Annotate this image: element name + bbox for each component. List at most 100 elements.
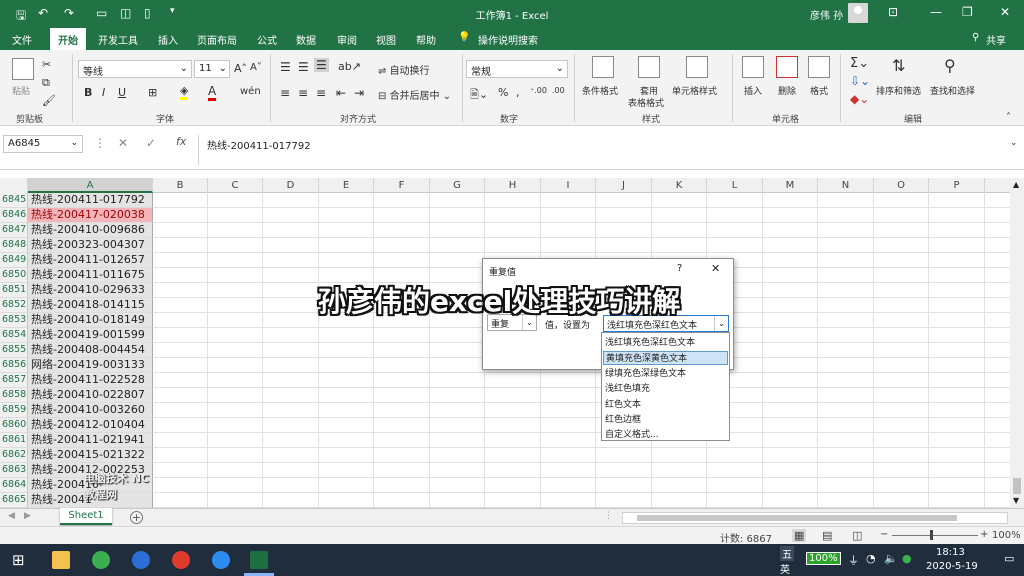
row-header[interactable]: 6861 (0, 433, 28, 448)
insert-function-button[interactable]: fx (176, 135, 186, 148)
select-all-corner[interactable] (0, 178, 28, 193)
page-break-view-icon[interactable]: ◫ (852, 529, 862, 542)
phonetic-icon[interactable]: wén (240, 86, 261, 97)
column-header-g[interactable]: G (430, 178, 485, 193)
close-icon[interactable]: ✕ (1000, 5, 1010, 19)
sort-filter-icon[interactable]: ⇅ (892, 56, 905, 75)
wechat-icon[interactable]: ● (902, 552, 912, 565)
decrease-font-icon[interactable]: A˅ (250, 62, 262, 73)
align-right-icon[interactable]: ≡ (316, 86, 326, 100)
cell-a[interactable]: 热线-200410-029633 (28, 283, 153, 298)
align-middle-icon[interactable]: ☰ (298, 60, 309, 74)
tab-data[interactable]: 数据 (296, 32, 316, 47)
column-header-h[interactable]: H (485, 178, 541, 193)
column-header-o[interactable]: O (874, 178, 929, 193)
cell-a[interactable]: 网络-200419-003133 (28, 358, 153, 373)
delete-cells-button[interactable]: 删除 (778, 84, 796, 97)
horizontal-scrollbar[interactable] (622, 512, 1008, 524)
column-header-p[interactable]: P (929, 178, 985, 193)
cell-a[interactable]: 热线-200410-003260 (28, 403, 153, 418)
cell-a[interactable]: 热线-200411-022528 (28, 373, 153, 388)
align-bottom-icon[interactable]: ☰ (314, 58, 329, 72)
volume-icon[interactable]: 🔈 (884, 552, 898, 565)
expand-formula-icon[interactable]: ⌄ (1010, 138, 1018, 148)
delete-cells-icon[interactable] (776, 56, 798, 78)
decrease-indent-icon[interactable]: ⇤ (336, 86, 346, 100)
zoom-slider[interactable] (892, 535, 978, 536)
tab-page-layout[interactable]: 页面布局 (197, 32, 237, 47)
horizontal-scroll-thumb[interactable] (637, 515, 957, 521)
find-select-icon[interactable]: ⚲ (944, 56, 956, 75)
ime-mode[interactable]: 五 (780, 546, 794, 561)
tab-help[interactable]: 帮助 (416, 32, 436, 47)
paste-icon[interactable] (12, 58, 34, 80)
row-header[interactable]: 6849 (0, 253, 28, 268)
add-sheet-icon[interactable]: + (130, 511, 143, 524)
app-l-icon[interactable] (132, 551, 150, 569)
row-header[interactable]: 6848 (0, 238, 28, 253)
currency-icon[interactable]: 🗎⌄ (470, 86, 488, 105)
enter-icon[interactable]: ✓ (146, 136, 156, 150)
format-option[interactable]: 黄填充色深黄色文本 (603, 351, 728, 366)
format-option[interactable]: 浅红填充色深红色文本 (603, 336, 728, 350)
increase-indent-icon[interactable]: ⇥ (354, 86, 364, 100)
scroll-down-icon[interactable]: ▼ (1013, 496, 1019, 505)
cell-a[interactable]: 热线-200418-014115 (28, 298, 153, 313)
column-header-d[interactable]: D (263, 178, 319, 193)
sort-filter-button[interactable]: 排序和筛选 (876, 84, 921, 97)
minimize-icon[interactable]: — (930, 5, 942, 19)
cell-a[interactable]: 热线-200410-009686 (28, 223, 153, 238)
share-icon[interactable]: ⚲ (972, 32, 979, 43)
format-option[interactable]: 绿填充色深绿色文本 (603, 367, 728, 381)
align-top-icon[interactable]: ☰ (280, 60, 291, 74)
comma-icon[interactable]: , (516, 86, 520, 99)
ribbon-display-icon[interactable]: ⊡ (888, 5, 898, 19)
dialog-close-button[interactable]: ✕ (711, 262, 720, 275)
tab-review[interactable]: 审阅 (337, 32, 357, 47)
scroll-up-icon[interactable]: ▲ (1013, 180, 1019, 189)
name-box[interactable]: A6845 ⌄ (3, 135, 83, 153)
bold-button[interactable]: B (84, 86, 92, 99)
restore-icon[interactable]: ❐ (962, 5, 973, 19)
autosum-icon[interactable]: Σ⌄ (850, 56, 869, 71)
copy-icon[interactable]: ⧉ (42, 76, 50, 90)
increase-font-icon[interactable]: A˄ (234, 62, 247, 75)
format-option[interactable]: 浅红色填充 (603, 382, 728, 396)
font-name-select[interactable]: 等线 ⌄ (78, 60, 192, 78)
column-header-a[interactable]: A (28, 178, 153, 193)
conditional-format-button[interactable]: 条件格式 (582, 84, 618, 97)
tab-home[interactable]: 开始 (50, 28, 86, 50)
column-header-e[interactable]: E (319, 178, 374, 193)
row-header[interactable]: 6846 (0, 208, 28, 223)
wrap-text-button[interactable]: ⇌ 自动换行 (378, 62, 430, 77)
next-sheet-icon[interactable]: ▶ (24, 511, 31, 521)
cell-a[interactable]: 热线-200410-022807 (28, 388, 153, 403)
percent-button[interactable]: % (498, 86, 508, 99)
cell-a[interactable]: 热线-200411-021941 (28, 433, 153, 448)
clock-date[interactable]: 2020-5-19 (926, 561, 978, 572)
align-left-icon[interactable]: ≡ (280, 86, 290, 100)
table-format-button-line2[interactable]: 表格格式 (628, 96, 664, 109)
cell-a[interactable]: 热线-200412-010404 (28, 418, 153, 433)
tab-formulas[interactable]: 公式 (257, 32, 277, 47)
split-handle-icon[interactable]: ⋮ (604, 511, 613, 521)
page-layout-view-icon[interactable]: ▤ (822, 529, 832, 542)
ime-language[interactable]: 英 (780, 561, 790, 576)
user-name[interactable]: 彦伟 孙 (810, 7, 843, 22)
number-format-select[interactable]: 常规 ⌄ (466, 60, 568, 78)
column-header-k[interactable]: K (652, 178, 707, 193)
insert-cells-icon[interactable] (742, 56, 764, 78)
cell-a[interactable]: 热线-200411-011675 (28, 268, 153, 283)
row-header[interactable]: 6854 (0, 328, 28, 343)
font-color-icon[interactable]: A (208, 84, 217, 101)
cell-a[interactable]: 热线-200417-020038 (28, 208, 153, 223)
tab-view[interactable]: 视图 (376, 32, 396, 47)
row-header[interactable]: 6864 (0, 478, 28, 493)
column-header-b[interactable]: B (153, 178, 208, 193)
excel-taskbar-icon[interactable] (250, 551, 268, 569)
sheet-tab-sheet1[interactable]: Sheet1 (60, 508, 112, 525)
normal-view-icon[interactable]: ▦ (792, 529, 807, 542)
merge-center-button[interactable]: ⊟ 合并后居中 ⌄ (378, 87, 451, 102)
formula-input[interactable]: 热线-200411-017792 (198, 135, 1018, 165)
file-explorer-icon[interactable] (52, 551, 70, 569)
